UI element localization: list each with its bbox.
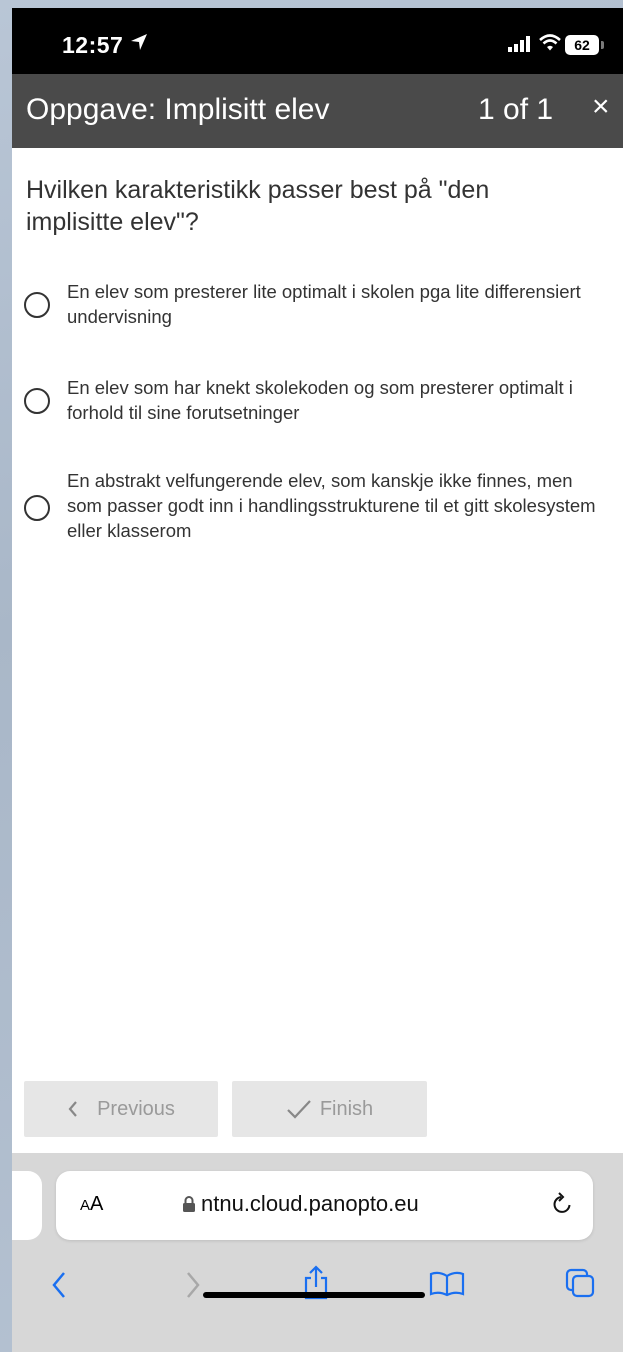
option-text: En elev som presterer lite optimalt i sk…	[67, 281, 581, 327]
radio-icon[interactable]	[24, 388, 50, 414]
question-counter: 1 of 1	[478, 93, 554, 126]
reader-aa-button[interactable]: AA	[80, 1193, 103, 1216]
option-1[interactable]: En elev som presterer lite optimalt i sk…	[24, 279, 614, 331]
option-3[interactable]: En abstrakt velfungerende elev, som kans…	[24, 468, 614, 546]
page-title: Oppgave: Implisitt elev	[26, 93, 330, 126]
tabs-icon[interactable]	[565, 1268, 595, 1298]
bookmarks-icon[interactable]	[429, 1271, 465, 1297]
location-arrow-icon	[131, 34, 147, 50]
url-text: ntnu.cloud.panopto.eu	[201, 1191, 419, 1216]
radio-icon[interactable]	[24, 292, 50, 318]
battery-icon: 62	[565, 35, 599, 55]
reload-icon[interactable]	[551, 1189, 575, 1217]
close-icon[interactable]: ×	[592, 90, 610, 124]
lock-icon	[183, 1196, 195, 1212]
status-bar: 12:57 62	[12, 8, 623, 74]
chevron-left-icon	[68, 1101, 77, 1117]
checkmark-icon	[287, 1100, 311, 1119]
signal-icon	[508, 36, 530, 52]
forward-icon[interactable]	[184, 1270, 202, 1300]
finish-label: Finish	[319, 1097, 374, 1120]
status-time: 12:57	[62, 32, 124, 58]
back-icon[interactable]	[50, 1270, 68, 1300]
wifi-icon	[539, 34, 561, 51]
home-indicator	[203, 1292, 425, 1298]
option-text: En elev som har knekt skolekoden og som …	[67, 377, 573, 423]
phone-screen: 12:57 62 Oppgave: Implisitt elev 1 of 1 …	[12, 8, 623, 1352]
browser-toolbar: AA ntnu.cloud.panopto.eu	[12, 1153, 623, 1352]
previous-tab-preview[interactable]	[12, 1171, 42, 1240]
finish-button[interactable]: Finish	[232, 1081, 427, 1137]
previous-label: Previous	[97, 1097, 175, 1120]
previous-button[interactable]: Previous	[24, 1081, 218, 1137]
option-2[interactable]: En elev som har knekt skolekoden og som …	[24, 375, 614, 427]
title-bar: Oppgave: Implisitt elev 1 of 1 ×	[12, 74, 623, 148]
radio-icon[interactable]	[24, 495, 50, 521]
option-text: En abstrakt velfungerende elev, som kans…	[67, 470, 596, 541]
battery-nub	[601, 41, 604, 49]
question-text: Hvilken karakteristikk passer best på "d…	[26, 176, 490, 236]
address-bar[interactable]: AA ntnu.cloud.panopto.eu	[56, 1171, 593, 1240]
